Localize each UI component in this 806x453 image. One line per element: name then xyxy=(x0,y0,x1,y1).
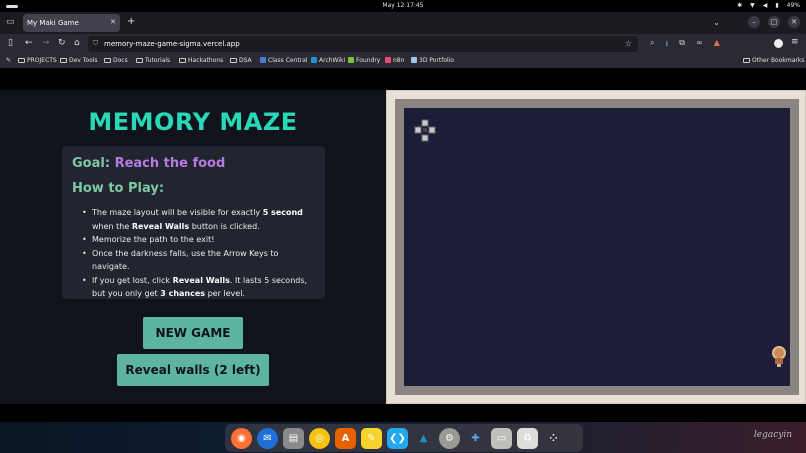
bookmark-hackathons[interactable]: Hackathons xyxy=(179,57,223,64)
tab-my-maki-game[interactable]: My Maki Game ✕ xyxy=(23,14,120,32)
text-editor-icon[interactable]: ✎ xyxy=(361,427,382,449)
sidebar-icon[interactable]: ▯ xyxy=(8,38,13,48)
new-tab-icon[interactable]: + xyxy=(127,16,135,27)
wifi-icon: ▼ xyxy=(750,2,755,9)
search-icon[interactable]: ⌕ xyxy=(650,38,654,52)
food-sprite xyxy=(772,346,786,367)
goal-label: Goal: xyxy=(72,156,111,171)
info-panel: MEMORY MAZE Goal: Reach the food How to … xyxy=(0,90,386,404)
reveal-walls-button[interactable]: Reveal walls (2 left) xyxy=(117,354,269,386)
firefox-icon[interactable]: ◉ xyxy=(231,427,252,449)
browser-nav-bar: ▯ ← → ↻ ⌂ ⛉ memory-maze-game-sigma.verce… xyxy=(0,34,806,54)
game-app: MEMORY MAZE Goal: Reach the food How to … xyxy=(0,90,806,404)
home-icon[interactable]: ⌂ xyxy=(74,38,80,48)
browser-tab-strip: ▭ My Maki Game ✕ + ⌄ – □ ✕ xyxy=(0,12,806,34)
extensions-icon[interactable]: ✚ xyxy=(465,428,486,449)
thunderbird-icon[interactable]: ✉ xyxy=(257,427,278,449)
tab-list-icon[interactable]: ▭ xyxy=(6,17,15,27)
player-sprite xyxy=(414,119,436,142)
site-info-icon[interactable]: ⛉ xyxy=(93,39,98,48)
portfolio-icon xyxy=(411,57,417,63)
battery-icon: ▮ xyxy=(775,2,779,9)
tab-title: My Maki Game xyxy=(27,19,79,27)
extensions-icon[interactable]: ⧉ xyxy=(679,38,685,52)
bookmark-projects[interactable]: PROJECTS xyxy=(18,57,57,64)
folder-icon xyxy=(179,58,186,63)
bookmark-tutorials[interactable]: Tutorials xyxy=(136,57,170,64)
files-icon[interactable]: ▤ xyxy=(283,427,304,449)
bookmark-dev-tools[interactable]: Dev Tools xyxy=(60,57,98,64)
page-viewport: MEMORY MAZE Goal: Reach the food How to … xyxy=(0,68,806,422)
new-game-button[interactable]: NEW GAME xyxy=(143,317,243,349)
rule-item: Memorize the path to the exit! xyxy=(82,233,315,247)
folder-icon xyxy=(18,58,25,63)
bookmarks-bar: ✎ PROJECTS Dev Tools Docs Tutorials Hack… xyxy=(0,54,806,68)
n8n-icon xyxy=(385,57,391,63)
bookmark-dsa[interactable]: DSA xyxy=(230,57,252,64)
volume-icon: ◀ xyxy=(762,2,768,9)
other-bookmarks[interactable]: Other Bookmarks xyxy=(743,57,804,64)
bookmark-docs[interactable]: Docs xyxy=(104,57,128,64)
system-top-bar: May 12 17:45 ✱ ▼ ◀ ▮ 49% xyxy=(0,0,806,12)
bookmark-n8n[interactable]: n8n xyxy=(385,57,404,64)
fox-extension-icon[interactable]: ▲ xyxy=(714,38,720,52)
system-clock[interactable]: May 12 17:45 xyxy=(0,2,806,9)
app-grid-icon[interactable]: ⁘ xyxy=(543,428,564,449)
maze-panel xyxy=(386,90,806,404)
bookmark-star-icon[interactable]: ☆ xyxy=(625,39,632,48)
software-icon[interactable]: A xyxy=(335,427,356,449)
profile-avatar[interactable] xyxy=(774,39,783,48)
how-to-play-heading: How to Play: xyxy=(72,181,165,196)
bluetooth-icon: ✱ xyxy=(737,2,743,9)
maximize-button[interactable]: □ xyxy=(768,16,780,28)
folder-icon xyxy=(136,58,143,63)
goal-value: Reach the food xyxy=(114,156,226,171)
ssd-icon[interactable]: ▭ xyxy=(491,427,512,449)
hamburger-menu-icon[interactable]: ≡ xyxy=(791,37,799,47)
maze-board[interactable] xyxy=(404,108,790,386)
wallpaper-watermark: legacyin xyxy=(753,430,792,440)
rule-item: The maze layout will be visible for exac… xyxy=(82,206,315,233)
reload-icon[interactable]: ↻ xyxy=(58,38,66,48)
bookmark-class-central[interactable]: Class Central xyxy=(260,57,308,64)
close-tab-icon[interactable]: ✕ xyxy=(110,18,116,26)
instructions-card: Goal: Reach the food How to Play: The ma… xyxy=(62,146,325,299)
game-title: MEMORY MAZE xyxy=(88,108,298,136)
trash-icon[interactable]: ♻ xyxy=(517,427,538,449)
battery-percent: 49% xyxy=(786,2,800,9)
folder-icon xyxy=(230,58,237,63)
settings-icon[interactable]: ⚙ xyxy=(439,427,460,449)
close-window-button[interactable]: ✕ xyxy=(788,16,800,28)
url-bar[interactable]: ⛉ memory-maze-game-sigma.vercel.app ☆ xyxy=(88,36,638,52)
goal-line: Goal: Reach the food xyxy=(72,156,315,171)
toolbar-extensions: ⌕ ⭳ ⧉ ∞ ▲ xyxy=(650,38,720,52)
desktop-dock-area: ◉ ✉ ▤ ◎ A ✎ ❮❯ ▲ ⚙ ✚ ▭ ♻ ⁘ legacyin xyxy=(0,422,806,453)
rules-list: The maze layout will be visible for exac… xyxy=(72,206,315,301)
class-central-icon xyxy=(260,57,266,63)
rhythmbox-icon[interactable]: ◎ xyxy=(309,427,330,449)
arch-icon[interactable]: ▲ xyxy=(413,428,434,449)
forward-icon[interactable]: → xyxy=(42,38,50,48)
private-mask-icon[interactable]: ∞ xyxy=(696,38,703,52)
rule-item: Once the darkness falls, use the Arrow K… xyxy=(82,247,315,274)
folder-icon xyxy=(60,58,67,63)
bookmark-foundry[interactable]: Foundry xyxy=(348,57,380,64)
back-icon[interactable]: ← xyxy=(25,38,33,48)
dock: ◉ ✉ ▤ ◎ A ✎ ❮❯ ▲ ⚙ ✚ ▭ ♻ ⁘ xyxy=(225,424,583,452)
vscode-icon[interactable]: ❮❯ xyxy=(387,427,408,449)
system-tray[interactable]: ✱ ▼ ◀ ▮ 49% xyxy=(737,2,800,9)
bookmark-3d-portfolio[interactable]: 3D Portfolio xyxy=(411,57,454,64)
url-text[interactable]: memory-maze-game-sigma.vercel.app xyxy=(104,40,240,48)
minimize-button[interactable]: – xyxy=(748,16,760,28)
chevron-down-icon[interactable]: ⌄ xyxy=(713,18,720,27)
folder-icon xyxy=(743,58,750,63)
rule-item: If you get lost, click Reveal Walls. It … xyxy=(82,274,315,301)
bookmarks-tools-icon[interactable]: ✎ xyxy=(6,57,11,64)
folder-icon xyxy=(104,58,111,63)
foundry-icon xyxy=(348,57,354,63)
archwiki-icon xyxy=(311,57,317,63)
downloads-icon[interactable]: ⭳ xyxy=(665,38,668,52)
bookmark-archwiki[interactable]: ArchWiki xyxy=(311,57,345,64)
